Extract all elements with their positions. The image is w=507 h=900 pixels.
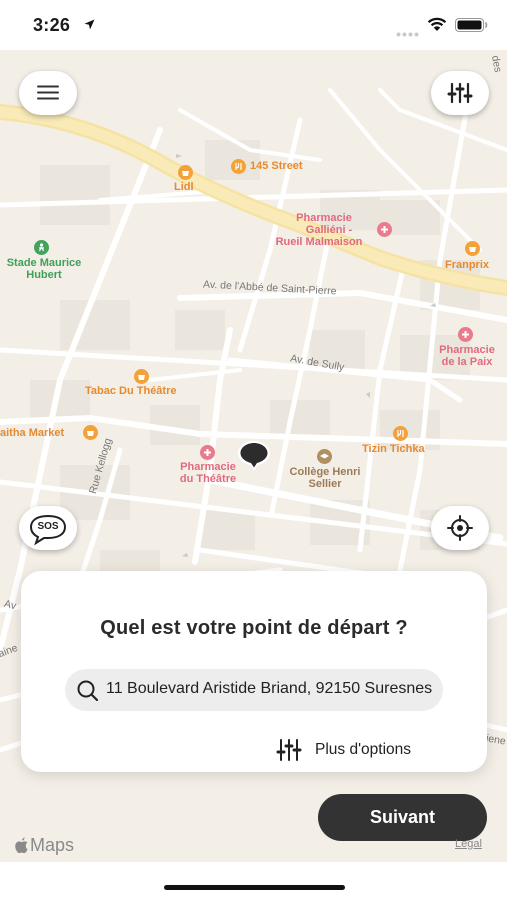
departure-title: Quel est votre point de départ ?: [100, 617, 408, 639]
menu-button[interactable]: [19, 71, 77, 115]
departure-search-input[interactable]: 11 Boulevard Aristide Briand, 92150 Sure…: [65, 669, 443, 711]
map-label-pharmacie-gallieni: Pharmacie Galliéni - Rueil Malmaison: [275, 212, 363, 248]
shop-poi-icon[interactable]: [134, 369, 149, 384]
departure-card: Quel est votre point de départ ? 11 Boul…: [21, 571, 487, 772]
menu-icon: [37, 85, 59, 100]
more-options-label: Plus d'options: [315, 741, 412, 758]
map-label-franprix: Franprix: [445, 259, 490, 271]
bottom-safe-area: [0, 862, 507, 900]
map-label-tizin-tichka: Tizin Tichka: [362, 443, 425, 455]
shop-poi-icon[interactable]: [465, 241, 480, 256]
sliders-icon: [276, 739, 302, 761]
sos-button[interactable]: SOS: [19, 506, 77, 550]
map-label-stade-maurice-hubert: Stade Maurice Hubert: [6, 257, 82, 281]
restaurant-poi-icon[interactable]: [393, 426, 408, 441]
home-indicator[interactable]: [164, 885, 345, 890]
map-label-pharmacie-theatre: Pharmacie du Théâtre: [179, 461, 237, 485]
crosshair-icon: [447, 515, 473, 541]
sos-label: SOS: [37, 521, 59, 532]
shop-poi-icon[interactable]: [83, 425, 98, 440]
map-label-tabac: Tabac Du Théâtre: [85, 385, 177, 397]
location-pin-icon[interactable]: [237, 440, 271, 477]
apple-logo-icon: [15, 837, 28, 853]
pharmacy-poi-icon[interactable]: [200, 445, 215, 460]
departure-search-value: 11 Boulevard Aristide Briand, 92150 Sure…: [106, 680, 433, 697]
legal-link[interactable]: Legal: [455, 838, 482, 850]
locate-me-button[interactable]: [431, 506, 489, 550]
map-label-college-henri-sellier: Collège Henri Sellier: [289, 466, 361, 490]
cellular-dots-icon: [396, 24, 420, 42]
shop-poi-icon[interactable]: [178, 165, 193, 180]
map-label-lidl: Lidl: [174, 181, 194, 193]
pharmacy-poi-icon[interactable]: [458, 327, 473, 342]
battery-icon: [455, 18, 488, 37]
stadium-poi-icon[interactable]: [34, 240, 49, 255]
sliders-icon: [447, 82, 473, 104]
next-button[interactable]: Suivant: [318, 794, 487, 841]
status-time: 3:26: [33, 15, 71, 35]
map-label-aitha-market: aitha Market: [0, 427, 65, 439]
map-label-145-street: 145 Street: [250, 160, 303, 172]
map-label-pharmacie-paix: Pharmacie de la Paix: [439, 344, 495, 368]
filters-button[interactable]: [431, 71, 489, 115]
restaurant-poi-icon[interactable]: [231, 159, 246, 174]
search-icon: [77, 680, 99, 702]
school-poi-icon[interactable]: [317, 449, 332, 464]
location-arrow-icon: [84, 17, 95, 35]
maps-brand-text: Maps: [30, 835, 75, 855]
status-bar: 3:26: [0, 0, 507, 50]
wifi-icon: [427, 17, 447, 37]
